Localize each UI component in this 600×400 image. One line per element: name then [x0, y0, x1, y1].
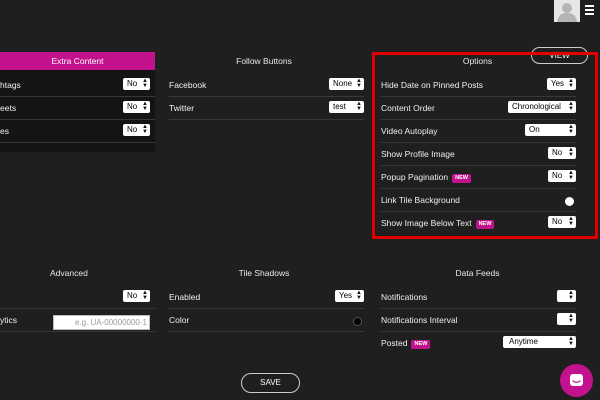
select-arrows-icon: ▲ ▼: [568, 290, 574, 301]
row-label: Facebook: [169, 80, 207, 90]
posted-select[interactable]: Anytime ▲ ▼: [503, 336, 576, 348]
facebook-select[interactable]: None ▲ ▼: [329, 78, 364, 90]
select-arrows-icon: ▲ ▼: [142, 78, 148, 89]
extra-content-row-hashtags: htags No ▲ ▼: [0, 74, 155, 97]
row-label: Notifications Interval: [381, 315, 458, 325]
extra-content-select-3[interactable]: No ▲ ▼: [123, 124, 150, 136]
data-feeds-title: Data Feeds: [455, 268, 500, 278]
new-badge: NEW: [411, 340, 431, 349]
twitter-select[interactable]: test ▲ ▼: [329, 101, 364, 113]
follow-buttons-title: Follow Buttons: [236, 56, 292, 66]
save-button[interactable]: SAVE: [241, 373, 300, 393]
select-arrows-icon: ▲ ▼: [568, 336, 574, 347]
select-arrows-icon: ▲ ▼: [142, 124, 148, 135]
notifications-interval-select[interactable]: ▲ ▼: [557, 313, 576, 325]
extra-content-title: Extra Content: [0, 52, 155, 70]
select-arrows-icon: ▲ ▼: [356, 78, 362, 89]
extra-content-row-3: es No ▲ ▼: [0, 120, 155, 143]
tile-shadows-row-color: Color: [169, 309, 364, 332]
advanced-select[interactable]: No ▲ ▼: [123, 290, 150, 302]
hamburger-icon[interactable]: [585, 5, 594, 17]
advanced-row-1: No ▲ ▼: [0, 286, 155, 309]
row-label: Notifications: [381, 292, 428, 302]
row-label: ytics: [0, 315, 17, 325]
top-bar: [0, 0, 600, 24]
data-feeds-row-interval: Notifications Interval ▲ ▼: [381, 309, 576, 332]
row-label: Enabled: [169, 292, 201, 302]
notifications-select[interactable]: ▲ ▼: [557, 290, 576, 302]
row-label: Posted NEW: [381, 338, 431, 349]
row-label: eets: [0, 103, 17, 113]
row-label: es: [0, 126, 9, 136]
tweets-select[interactable]: No ▲ ▼: [123, 101, 150, 113]
tile-shadow-color-swatch[interactable]: [353, 317, 362, 326]
select-arrows-icon: ▲ ▼: [568, 313, 574, 324]
follow-row-facebook: Facebook None ▲ ▼: [169, 74, 364, 97]
tile-shadows-title: Tile Shadows: [238, 268, 290, 278]
extra-content-row-tweets: eets No ▲ ▼: [0, 97, 155, 120]
data-feeds-row-notifications: Notifications ▲ ▼: [381, 286, 576, 309]
select-arrows-icon: ▲ ▼: [142, 101, 148, 112]
chat-bubble-icon[interactable]: [560, 364, 593, 397]
advanced-title: Advanced: [50, 268, 88, 278]
analytics-id-input[interactable]: e.g. UA-00000000-1: [53, 315, 150, 330]
select-arrows-icon: ▲ ▼: [142, 290, 148, 301]
data-feeds-row-posted: Posted NEW Anytime ▲ ▼: [381, 332, 576, 355]
options-highlight-box: [372, 52, 598, 239]
row-label: Twitter: [169, 103, 195, 113]
hashtags-select[interactable]: No ▲ ▼: [123, 78, 150, 90]
avatar-placeholder-icon[interactable]: [554, 0, 580, 22]
row-label: htags: [0, 80, 21, 90]
tile-shadows-enabled-select[interactable]: Yes ▲ ▼: [335, 290, 364, 302]
follow-row-twitter: Twitter test ▲ ▼: [169, 97, 364, 120]
row-label: Color: [169, 315, 190, 325]
select-arrows-icon: ▲ ▼: [356, 290, 362, 301]
select-arrows-icon: ▲ ▼: [356, 101, 362, 112]
tile-shadows-row-enabled: Enabled Yes ▲ ▼: [169, 286, 364, 309]
